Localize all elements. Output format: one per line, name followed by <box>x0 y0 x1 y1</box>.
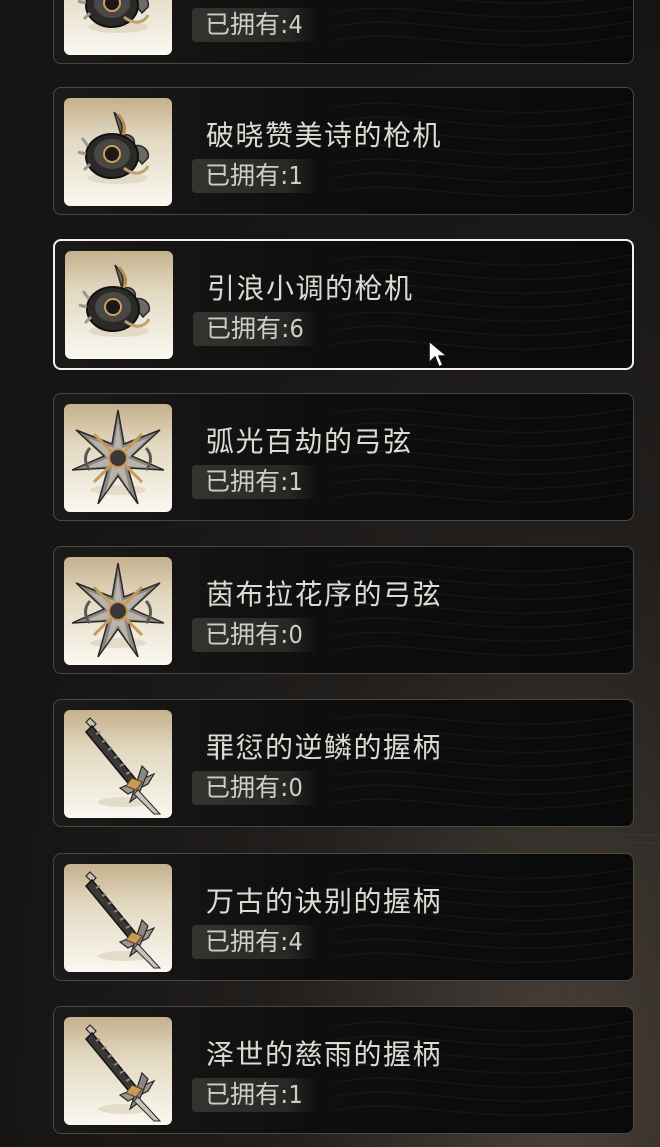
item-list: 已拥有:4 破晓赞美诗的枪机 已拥有:1 引浪小调的枪机 已拥有:6 弧光百劫的… <box>0 0 660 1147</box>
item-name: 弧光百劫的弓弦 <box>206 425 413 458</box>
owned-count-badge: 已拥有:1 <box>192 1078 318 1112</box>
owned-count-badge: 已拥有:1 <box>192 159 318 193</box>
owned-count-badge: 已拥有:4 <box>192 8 318 42</box>
trigger-mechanism-icon <box>64 98 172 206</box>
trigger-mechanism-icon <box>65 251 173 359</box>
sword-hilt-icon <box>64 864 172 972</box>
trigger-mechanism-icon <box>64 0 172 55</box>
owned-label: 已拥有: <box>205 1080 289 1109</box>
owned-label: 已拥有: <box>205 620 289 649</box>
owned-count-badge: 已拥有:0 <box>192 771 318 805</box>
owned-label: 已拥有: <box>205 10 289 39</box>
owned-label: 已拥有: <box>205 467 289 496</box>
owned-count-badge: 已拥有:6 <box>193 312 319 346</box>
sword-hilt-icon <box>64 1017 172 1125</box>
owned-count: 4 <box>288 927 303 956</box>
pointer-cursor-icon <box>428 340 448 368</box>
item-thumbnail <box>64 1017 172 1125</box>
owned-count: 6 <box>289 314 304 343</box>
owned-count: 0 <box>288 620 303 649</box>
owned-count: 1 <box>288 467 303 496</box>
owned-count: 4 <box>288 10 303 39</box>
owned-label: 已拥有: <box>205 161 289 190</box>
owned-count: 1 <box>288 1080 303 1109</box>
owned-label: 已拥有: <box>205 773 289 802</box>
item-name: 引浪小调的枪机 <box>207 272 414 305</box>
item-thumbnail <box>64 0 172 55</box>
card-texture <box>333 0 633 46</box>
item-name: 罪愆的逆鳞的握柄 <box>206 731 443 764</box>
list-item[interactable]: 破晓赞美诗的枪机 已拥有:1 <box>53 87 634 215</box>
item-name: 茵布拉花序的弓弦 <box>206 578 443 611</box>
list-item[interactable]: 罪愆的逆鳞的握柄 已拥有:0 <box>53 699 634 827</box>
item-thumbnail <box>64 710 172 818</box>
item-name: 破晓赞美诗的枪机 <box>206 119 443 152</box>
list-item[interactable]: 已拥有:4 <box>53 0 634 64</box>
list-item[interactable]: 泽世的慈雨的握柄 已拥有:1 <box>53 1006 634 1134</box>
owned-label: 已拥有: <box>205 927 289 956</box>
item-name: 万古的诀别的握柄 <box>206 885 443 918</box>
item-thumbnail <box>64 98 172 206</box>
list-item[interactable]: 万古的诀别的握柄 已拥有:4 <box>53 853 634 981</box>
list-item-selected[interactable]: 引浪小调的枪机 已拥有:6 <box>53 239 634 370</box>
bowstring-star-icon <box>64 557 172 665</box>
item-name: 泽世的慈雨的握柄 <box>206 1038 443 1071</box>
item-thumbnail <box>64 864 172 972</box>
owned-count-badge: 已拥有:1 <box>192 465 318 499</box>
item-thumbnail <box>64 404 172 512</box>
owned-count-badge: 已拥有:0 <box>192 618 318 652</box>
owned-count-badge: 已拥有:4 <box>192 925 318 959</box>
owned-count: 0 <box>288 773 303 802</box>
owned-label: 已拥有: <box>206 314 290 343</box>
sword-hilt-icon <box>64 710 172 818</box>
owned-count: 1 <box>288 161 303 190</box>
item-thumbnail <box>64 557 172 665</box>
list-item[interactable]: 弧光百劫的弓弦 已拥有:1 <box>53 393 634 521</box>
item-thumbnail <box>65 251 173 359</box>
list-item[interactable]: 茵布拉花序的弓弦 已拥有:0 <box>53 546 634 674</box>
bowstring-star-icon <box>64 404 172 512</box>
